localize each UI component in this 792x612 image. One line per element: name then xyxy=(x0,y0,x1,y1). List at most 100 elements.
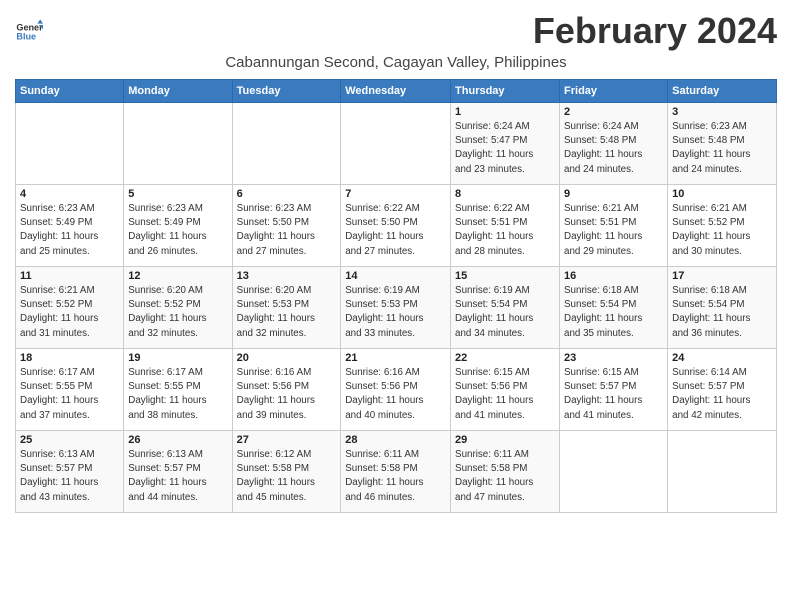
calendar-cell: 7 Sunrise: 6:22 AM Sunset: 5:50 PM Daylig… xyxy=(341,185,451,267)
day-number: 24 xyxy=(672,352,772,364)
calendar-cell xyxy=(668,431,777,513)
day-number: 12 xyxy=(128,270,227,282)
calendar-cell: 18 Sunrise: 6:17 AM Sunset: 5:55 PM Dayli… xyxy=(16,349,124,431)
day-info: Sunrise: 6:23 AM Sunset: 5:50 PM Dayligh… xyxy=(237,202,337,259)
day-number: 11 xyxy=(20,270,119,282)
calendar-cell: 25 Sunrise: 6:13 AM Sunset: 5:57 PM Dayli… xyxy=(16,431,124,513)
day-info: Sunrise: 6:22 AM Sunset: 5:50 PM Dayligh… xyxy=(345,202,446,259)
day-number: 5 xyxy=(128,188,227,200)
day-info: Sunrise: 6:17 AM Sunset: 5:55 PM Dayligh… xyxy=(128,366,227,423)
calendar-cell: 29 Sunrise: 6:11 AM Sunset: 5:58 PM Dayli… xyxy=(451,431,560,513)
day-number: 21 xyxy=(345,352,446,364)
weekday-header-wednesday: Wednesday xyxy=(341,80,451,103)
day-info: Sunrise: 6:21 AM Sunset: 5:52 PM Dayligh… xyxy=(672,202,772,259)
day-number: 4 xyxy=(20,188,119,200)
logo: General Blue xyxy=(15,18,43,46)
day-info: Sunrise: 6:11 AM Sunset: 5:58 PM Dayligh… xyxy=(455,448,555,505)
day-info: Sunrise: 6:16 AM Sunset: 5:56 PM Dayligh… xyxy=(345,366,446,423)
calendar-cell: 10 Sunrise: 6:21 AM Sunset: 5:52 PM Dayli… xyxy=(668,185,777,267)
calendar-table: SundayMondayTuesdayWednesdayThursdayFrid… xyxy=(15,79,777,513)
day-number: 25 xyxy=(20,434,119,446)
day-info: Sunrise: 6:19 AM Sunset: 5:54 PM Dayligh… xyxy=(455,284,555,341)
weekday-header-monday: Monday xyxy=(124,80,232,103)
calendar-cell: 27Sunrise: 6:12 AM Sunset: 5:58 PM Dayli… xyxy=(232,431,341,513)
calendar-cell: 1 Sunrise: 6:24 AM Sunset: 5:47 PM Daylig… xyxy=(451,103,560,185)
calendar-cell: 15 Sunrise: 6:19 AM Sunset: 5:54 PM Dayli… xyxy=(451,267,560,349)
day-number: 1 xyxy=(455,106,555,118)
weekday-header-tuesday: Tuesday xyxy=(232,80,341,103)
calendar-cell xyxy=(232,103,341,185)
day-info: Sunrise: 6:21 AM Sunset: 5:51 PM Dayligh… xyxy=(564,202,663,259)
day-number: 16 xyxy=(564,270,663,282)
calendar-cell: 9 Sunrise: 6:21 AM Sunset: 5:51 PM Daylig… xyxy=(560,185,668,267)
header: General Blue February 2024 xyxy=(15,10,777,52)
day-info: Sunrise: 6:23 AM Sunset: 5:48 PM Dayligh… xyxy=(672,120,772,177)
calendar-cell xyxy=(16,103,124,185)
calendar-cell: 19Sunrise: 6:17 AM Sunset: 5:55 PM Dayli… xyxy=(124,349,232,431)
day-info: Sunrise: 6:15 AM Sunset: 5:56 PM Dayligh… xyxy=(455,366,555,423)
calendar-cell: 23Sunrise: 6:15 AM Sunset: 5:57 PM Dayli… xyxy=(560,349,668,431)
day-number: 3 xyxy=(672,106,772,118)
calendar-cell: 4 Sunrise: 6:23 AM Sunset: 5:49 PM Daylig… xyxy=(16,185,124,267)
day-number: 20 xyxy=(237,352,337,364)
day-number: 6 xyxy=(237,188,337,200)
day-info: Sunrise: 6:17 AM Sunset: 5:55 PM Dayligh… xyxy=(20,366,119,423)
day-number: 14 xyxy=(345,270,446,282)
day-info: Sunrise: 6:20 AM Sunset: 5:52 PM Dayligh… xyxy=(128,284,227,341)
calendar-week-5: 25 Sunrise: 6:13 AM Sunset: 5:57 PM Dayli… xyxy=(16,431,777,513)
calendar-cell xyxy=(341,103,451,185)
calendar-cell: 24 Sunrise: 6:14 AM Sunset: 5:57 PM Dayli… xyxy=(668,349,777,431)
day-info: Sunrise: 6:11 AM Sunset: 5:58 PM Dayligh… xyxy=(345,448,446,505)
calendar-cell: 6 Sunrise: 6:23 AM Sunset: 5:50 PM Daylig… xyxy=(232,185,341,267)
day-number: 29 xyxy=(455,434,555,446)
day-info: Sunrise: 6:13 AM Sunset: 5:57 PM Dayligh… xyxy=(128,448,227,505)
calendar-cell: 11 Sunrise: 6:21 AM Sunset: 5:52 PM Dayli… xyxy=(16,267,124,349)
day-info: Sunrise: 6:23 AM Sunset: 5:49 PM Dayligh… xyxy=(128,202,227,259)
day-number: 17 xyxy=(672,270,772,282)
calendar-week-2: 4 Sunrise: 6:23 AM Sunset: 5:49 PM Daylig… xyxy=(16,185,777,267)
calendar-cell: 3 Sunrise: 6:23 AM Sunset: 5:48 PM Daylig… xyxy=(668,103,777,185)
calendar-cell: 22 Sunrise: 6:15 AM Sunset: 5:56 PM Dayli… xyxy=(451,349,560,431)
day-info: Sunrise: 6:24 AM Sunset: 5:47 PM Dayligh… xyxy=(455,120,555,177)
calendar-cell: 8 Sunrise: 6:22 AM Sunset: 5:51 PM Daylig… xyxy=(451,185,560,267)
calendar-cell: 5 Sunrise: 6:23 AM Sunset: 5:49 PM Daylig… xyxy=(124,185,232,267)
day-number: 28 xyxy=(345,434,446,446)
calendar-week-4: 18 Sunrise: 6:17 AM Sunset: 5:55 PM Dayli… xyxy=(16,349,777,431)
logo-icon: General Blue xyxy=(15,18,43,46)
day-number: 8 xyxy=(455,188,555,200)
day-info: Sunrise: 6:16 AM Sunset: 5:56 PM Dayligh… xyxy=(237,366,337,423)
day-info: Sunrise: 6:13 AM Sunset: 5:57 PM Dayligh… xyxy=(20,448,119,505)
day-number: 10 xyxy=(672,188,772,200)
location-title: Cabannungan Second, Cagayan Valley, Phil… xyxy=(15,54,777,71)
day-number: 13 xyxy=(237,270,337,282)
svg-text:Blue: Blue xyxy=(16,32,36,42)
day-info: Sunrise: 6:21 AM Sunset: 5:52 PM Dayligh… xyxy=(20,284,119,341)
day-number: 15 xyxy=(455,270,555,282)
day-info: Sunrise: 6:23 AM Sunset: 5:49 PM Dayligh… xyxy=(20,202,119,259)
calendar-cell: 2Sunrise: 6:24 AM Sunset: 5:48 PM Daylig… xyxy=(560,103,668,185)
calendar-week-3: 11 Sunrise: 6:21 AM Sunset: 5:52 PM Dayli… xyxy=(16,267,777,349)
day-number: 22 xyxy=(455,352,555,364)
day-number: 9 xyxy=(564,188,663,200)
day-number: 7 xyxy=(345,188,446,200)
weekday-header-row: SundayMondayTuesdayWednesdayThursdayFrid… xyxy=(16,80,777,103)
day-number: 26 xyxy=(128,434,227,446)
calendar-cell: 21 Sunrise: 6:16 AM Sunset: 5:56 PM Dayli… xyxy=(341,349,451,431)
day-info: Sunrise: 6:12 AM Sunset: 5:58 PM Dayligh… xyxy=(237,448,337,505)
day-number: 18 xyxy=(20,352,119,364)
weekday-header-sunday: Sunday xyxy=(16,80,124,103)
weekday-header-thursday: Thursday xyxy=(451,80,560,103)
month-title: February 2024 xyxy=(533,10,777,52)
calendar-cell xyxy=(124,103,232,185)
day-info: Sunrise: 6:14 AM Sunset: 5:57 PM Dayligh… xyxy=(672,366,772,423)
day-info: Sunrise: 6:20 AM Sunset: 5:53 PM Dayligh… xyxy=(237,284,337,341)
day-info: Sunrise: 6:18 AM Sunset: 5:54 PM Dayligh… xyxy=(672,284,772,341)
calendar-cell: 13 Sunrise: 6:20 AM Sunset: 5:53 PM Dayli… xyxy=(232,267,341,349)
day-number: 23 xyxy=(564,352,663,364)
day-info: Sunrise: 6:22 AM Sunset: 5:51 PM Dayligh… xyxy=(455,202,555,259)
calendar-cell xyxy=(560,431,668,513)
day-info: Sunrise: 6:18 AM Sunset: 5:54 PM Dayligh… xyxy=(564,284,663,341)
calendar-cell: 16 Sunrise: 6:18 AM Sunset: 5:54 PM Dayli… xyxy=(560,267,668,349)
calendar-week-1: 1 Sunrise: 6:24 AM Sunset: 5:47 PM Daylig… xyxy=(16,103,777,185)
calendar-cell: 14Sunrise: 6:19 AM Sunset: 5:53 PM Dayli… xyxy=(341,267,451,349)
